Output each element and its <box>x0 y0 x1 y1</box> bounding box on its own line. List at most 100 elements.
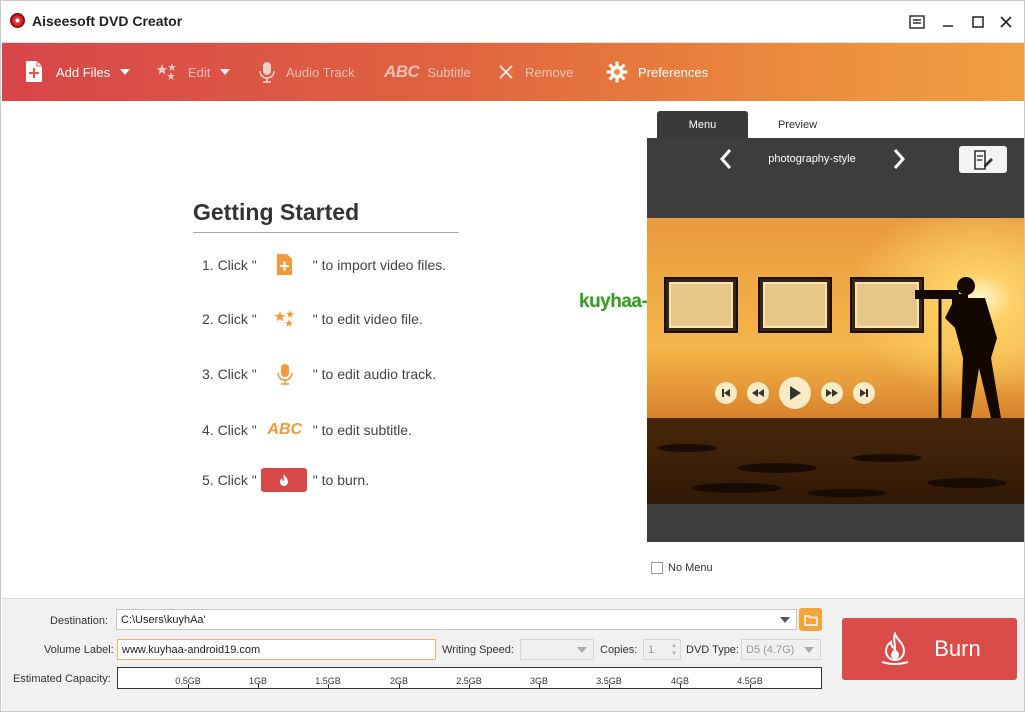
checkbox-box[interactable] <box>651 562 663 574</box>
destination-label: Destination: <box>50 615 109 627</box>
preview-tabs: Menu Preview <box>647 102 1024 138</box>
step-suffix: " to edit subtitle. <box>312 422 412 438</box>
step-burn: 5. Click " " to burn. <box>202 468 369 492</box>
skip-back-icon[interactable] <box>715 382 737 404</box>
chevron-down-icon <box>577 647 587 653</box>
tick-mark <box>539 684 540 688</box>
step-prefix: 2. Click " <box>202 311 257 327</box>
step-prefix: 4. Click " <box>202 422 257 438</box>
edit-stars-icon <box>265 309 305 329</box>
microphone-icon <box>259 62 275 83</box>
maximize-icon[interactable] <box>967 11 989 33</box>
step-prefix: 3. Click " <box>202 366 257 382</box>
tick-mark <box>258 684 259 688</box>
edit-button[interactable]: Edit <box>156 43 231 101</box>
edit-dropdown-icon[interactable] <box>220 69 231 75</box>
chevron-down-icon <box>780 617 790 623</box>
add-file-icon <box>26 61 42 82</box>
preferences-label: Preferences <box>638 64 709 80</box>
edit-label: Edit <box>188 64 211 80</box>
dvd-type-select[interactable]: D5 (4.7G) <box>741 639 821 660</box>
thumbnail-frames <box>664 277 924 333</box>
volume-label: Volume Label: <box>44 644 114 656</box>
tick-mark <box>750 684 751 688</box>
folder-icon <box>803 614 818 626</box>
tick-mark <box>328 684 329 688</box>
tick-mark <box>469 684 470 688</box>
fast-forward-icon[interactable] <box>821 382 843 404</box>
subtitle-label: Subtitle <box>427 64 471 80</box>
menu-preview-panel: photography-style <box>647 138 1024 542</box>
step-import: 1. Click " " to import video files. <box>202 253 446 277</box>
dvd-type-value: D5 (4.7G) <box>746 643 795 656</box>
volume-label-input[interactable]: www.kuyhaa-android19.com <box>117 639 436 660</box>
burn-button[interactable]: Burn <box>842 618 1017 680</box>
edit-document-icon <box>974 149 993 170</box>
chevron-down-icon <box>804 647 814 653</box>
subtitle-button[interactable]: ABC Subtitle <box>384 43 471 101</box>
step-audio: 3. Click " " to edit audio track. <box>202 362 436 386</box>
close-icon[interactable] <box>995 11 1017 33</box>
copies-stepper[interactable]: 1 ▲ ▼ <box>643 639 681 660</box>
tick-mark <box>680 684 681 688</box>
tab-preview[interactable]: Preview <box>750 111 845 138</box>
app-logo-icon <box>10 13 25 28</box>
writing-speed-label: Writing Speed: <box>442 644 514 656</box>
burn-label: Burn <box>934 636 981 661</box>
step-suffix: " to burn. <box>312 472 370 488</box>
add-files-label: Add Files <box>56 64 111 80</box>
menu-icon[interactable] <box>906 11 928 33</box>
tick-mark <box>399 684 400 688</box>
step-subtitle: 4. Click " ABC " to edit subtitle. <box>202 418 412 442</box>
rewind-icon[interactable] <box>747 382 769 404</box>
step-edit: 2. Click " " to edit video file. <box>202 307 423 331</box>
edit-stars-icon <box>156 63 176 80</box>
browse-folder-button[interactable] <box>799 608 822 631</box>
microphone-icon <box>265 363 305 385</box>
remove-button[interactable]: Remove <box>497 43 573 101</box>
destination-select[interactable]: C:\Users\kuyhAa' <box>116 609 797 630</box>
title-bar: Aiseesoft DVD Creator <box>1 1 1024 43</box>
tab-menu[interactable]: Menu <box>657 111 748 138</box>
no-menu-label: No Menu <box>668 562 713 574</box>
writing-speed-select[interactable] <box>520 639 594 660</box>
gear-icon <box>606 61 628 83</box>
abc-subtitle-icon: ABC <box>384 62 420 81</box>
burn-flame-icon <box>881 632 909 665</box>
no-menu-checkbox[interactable]: No Menu <box>651 562 713 574</box>
getting-started-title: Getting Started <box>193 199 360 225</box>
app-window: Aiseesoft DVD Creator Add Files Edit Aud… <box>0 0 1025 712</box>
remove-x-icon <box>499 65 513 79</box>
volume-value: www.kuyhaa-android19.com <box>122 643 261 656</box>
next-theme-icon[interactable] <box>892 148 906 177</box>
output-settings: Destination: C:\Users\kuyhAa' Volume Lab… <box>2 598 1024 711</box>
minimize-icon[interactable] <box>937 11 959 33</box>
copies-value: 1 <box>648 643 655 656</box>
burn-flame-icon <box>260 468 307 492</box>
capacity-label: Estimated Capacity: <box>13 673 111 685</box>
step-suffix: " to import video files. <box>312 257 447 273</box>
copies-label: Copies: <box>600 644 638 656</box>
stepper-arrows-icon[interactable]: ▲ ▼ <box>671 642 677 658</box>
toolbar: Add Files Edit Audio Track ABC Subtitle … <box>2 43 1024 101</box>
add-file-icon <box>265 253 305 277</box>
remove-label: Remove <box>525 64 574 80</box>
preferences-button[interactable]: Preferences <box>606 43 708 101</box>
add-files-dropdown-icon[interactable] <box>120 69 131 75</box>
abc-subtitle-icon: ABC <box>267 421 303 438</box>
destination-value: C:\Users\kuyhAa' <box>121 613 206 626</box>
audio-track-label: Audio Track <box>286 64 355 80</box>
skip-forward-icon[interactable] <box>853 382 875 404</box>
tick-mark <box>188 684 189 688</box>
app-title: Aiseesoft DVD Creator <box>32 13 183 29</box>
play-icon[interactable] <box>779 377 811 409</box>
player-controls <box>715 376 875 410</box>
capacity-bar: 0.5GB 1GB 1.5GB 2GB 2.5GB 3GB 3.5GB 4GB … <box>117 667 822 689</box>
audio-track-button[interactable]: Audio Track <box>258 43 355 101</box>
edit-menu-button[interactable] <box>959 146 1007 173</box>
tick-mark <box>609 684 610 688</box>
theme-name: photography-style <box>768 153 856 165</box>
step-prefix: 1. Click " <box>202 257 257 273</box>
add-files-button[interactable]: Add Files <box>24 43 131 101</box>
dvd-type-label: DVD Type: <box>686 644 739 656</box>
